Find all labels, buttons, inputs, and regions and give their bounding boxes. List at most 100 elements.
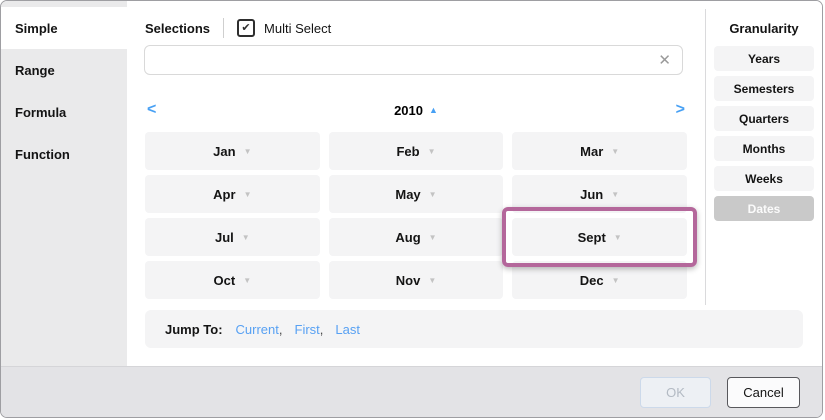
ok-button-label: OK (666, 385, 685, 400)
month-label: Nov (396, 273, 421, 288)
month-cell-jan: Jan ▼ (145, 132, 320, 170)
month-cell-jun: Jun ▼ (512, 175, 687, 213)
chevron-down-icon: ▼ (244, 191, 252, 199)
jump-to-label: Jump To: (165, 322, 223, 337)
year-label: 2010 (394, 103, 423, 118)
selections-search-box: ✕ (144, 45, 683, 75)
chevron-down-icon: ▼ (242, 234, 250, 242)
month-cell-oct: Oct ▼ (145, 261, 320, 299)
month-cell-dec: Dec ▼ (512, 261, 687, 299)
granularity-label: Months (743, 142, 786, 156)
month-button-jun[interactable]: Jun ▼ (512, 175, 687, 213)
jump-to-bar: Jump To: Current , First , Last (145, 310, 803, 348)
filter-type-sidebar: Simple Range Formula Function (1, 1, 127, 366)
granularity-quarters-button[interactable]: Quarters (714, 106, 814, 131)
cancel-button-label: Cancel (743, 385, 783, 400)
selections-label: Selections (145, 21, 210, 36)
multi-select-label: Multi Select (264, 21, 331, 36)
granularity-label: Semesters (734, 82, 795, 96)
header-divider (223, 18, 224, 38)
granularity-weeks-button[interactable]: Weeks (714, 166, 814, 191)
month-label: Sept (578, 230, 606, 245)
month-label: Jul (215, 230, 234, 245)
month-button-aug[interactable]: Aug ▼ (329, 218, 504, 256)
multi-select-checkbox[interactable]: ✔ (237, 19, 255, 37)
tab-formula[interactable]: Formula (1, 91, 127, 133)
month-cell-mar: Mar ▼ (512, 132, 687, 170)
month-label: Apr (213, 187, 235, 202)
dialog-body: Simple Range Formula Function Selections… (1, 1, 822, 366)
year-navigation: < 2010 ▲ > (145, 100, 687, 120)
chevron-down-icon: ▼ (611, 148, 619, 156)
month-cell-feb: Feb ▼ (329, 132, 504, 170)
granularity-label: Quarters (739, 112, 789, 126)
tab-range[interactable]: Range (1, 49, 127, 91)
chevron-down-icon: ▼ (429, 191, 437, 199)
chevron-down-icon: ▼ (243, 277, 251, 285)
separator: , (279, 322, 283, 337)
month-label: Jan (213, 144, 235, 159)
chevron-down-icon: ▼ (244, 148, 252, 156)
month-cell-jul: Jul ▼ (145, 218, 320, 256)
granularity-semesters-button[interactable]: Semesters (714, 76, 814, 101)
month-button-apr[interactable]: Apr ▼ (145, 175, 320, 213)
cancel-button[interactable]: Cancel (727, 377, 800, 408)
month-cell-apr: Apr ▼ (145, 175, 320, 213)
clear-icon[interactable]: ✕ (656, 51, 673, 70)
chevron-down-icon: ▼ (614, 234, 622, 242)
main-panel: Selections ✔ Multi Select ✕ < 2010 ▲ > (127, 1, 822, 366)
tab-formula-label: Formula (15, 105, 66, 120)
month-label: Oct (214, 273, 236, 288)
sort-up-icon: ▲ (429, 106, 438, 115)
ok-button[interactable]: OK (640, 377, 711, 408)
granularity-label: Years (748, 52, 780, 66)
month-button-sept[interactable]: Sept ▼ (512, 218, 687, 256)
month-button-mar[interactable]: Mar ▼ (512, 132, 687, 170)
jump-to-current-link[interactable]: Current (236, 322, 279, 337)
month-cell-aug: Aug ▼ (329, 218, 504, 256)
prev-year-icon[interactable]: < (145, 102, 158, 118)
search-input[interactable] (155, 52, 656, 69)
chevron-down-icon: ▼ (611, 191, 619, 199)
month-button-nov[interactable]: Nov ▼ (329, 261, 504, 299)
month-grid: Jan ▼ Feb ▼ Mar ▼ (145, 132, 687, 299)
month-label: Dec (580, 273, 604, 288)
year-sort-control[interactable]: 2010 ▲ (394, 103, 438, 118)
tab-function[interactable]: Function (1, 133, 127, 175)
granularity-months-button[interactable]: Months (714, 136, 814, 161)
month-button-dec[interactable]: Dec ▼ (512, 261, 687, 299)
granularity-years-button[interactable]: Years (714, 46, 814, 71)
chevron-down-icon: ▼ (429, 234, 437, 242)
jump-to-last-link[interactable]: Last (335, 322, 360, 337)
tab-simple-label: Simple (15, 21, 58, 36)
tab-function-label: Function (15, 147, 70, 162)
chevron-down-icon: ▼ (428, 148, 436, 156)
month-label: Jun (580, 187, 603, 202)
month-label: May (395, 187, 420, 202)
month-label: Feb (396, 144, 419, 159)
tab-range-label: Range (15, 63, 55, 78)
month-button-jul[interactable]: Jul ▼ (145, 218, 320, 256)
dialog-footer: OK Cancel (1, 366, 822, 417)
month-button-feb[interactable]: Feb ▼ (329, 132, 504, 170)
month-button-jan[interactable]: Jan ▼ (145, 132, 320, 170)
jump-to-first-link[interactable]: First (295, 322, 320, 337)
check-icon: ✔ (241, 23, 250, 34)
chevron-down-icon: ▼ (428, 277, 436, 285)
tab-simple[interactable]: Simple (1, 7, 127, 49)
granularity-panel: Granularity Years Semesters Quarters Mon… (705, 9, 822, 305)
month-label: Aug (395, 230, 420, 245)
month-cell-sept: Sept ▼ (512, 218, 687, 256)
granularity-title: Granularity (706, 21, 822, 36)
date-filter-dialog: Simple Range Formula Function Selections… (0, 0, 823, 418)
month-button-oct[interactable]: Oct ▼ (145, 261, 320, 299)
next-year-icon[interactable]: > (674, 102, 687, 118)
granularity-dates-button[interactable]: Dates (714, 196, 814, 221)
granularity-label: Weeks (745, 172, 783, 186)
month-cell-may: May ▼ (329, 175, 504, 213)
separator: , (320, 322, 324, 337)
month-cell-nov: Nov ▼ (329, 261, 504, 299)
month-label: Mar (580, 144, 603, 159)
granularity-label: Dates (748, 202, 781, 216)
month-button-may[interactable]: May ▼ (329, 175, 504, 213)
